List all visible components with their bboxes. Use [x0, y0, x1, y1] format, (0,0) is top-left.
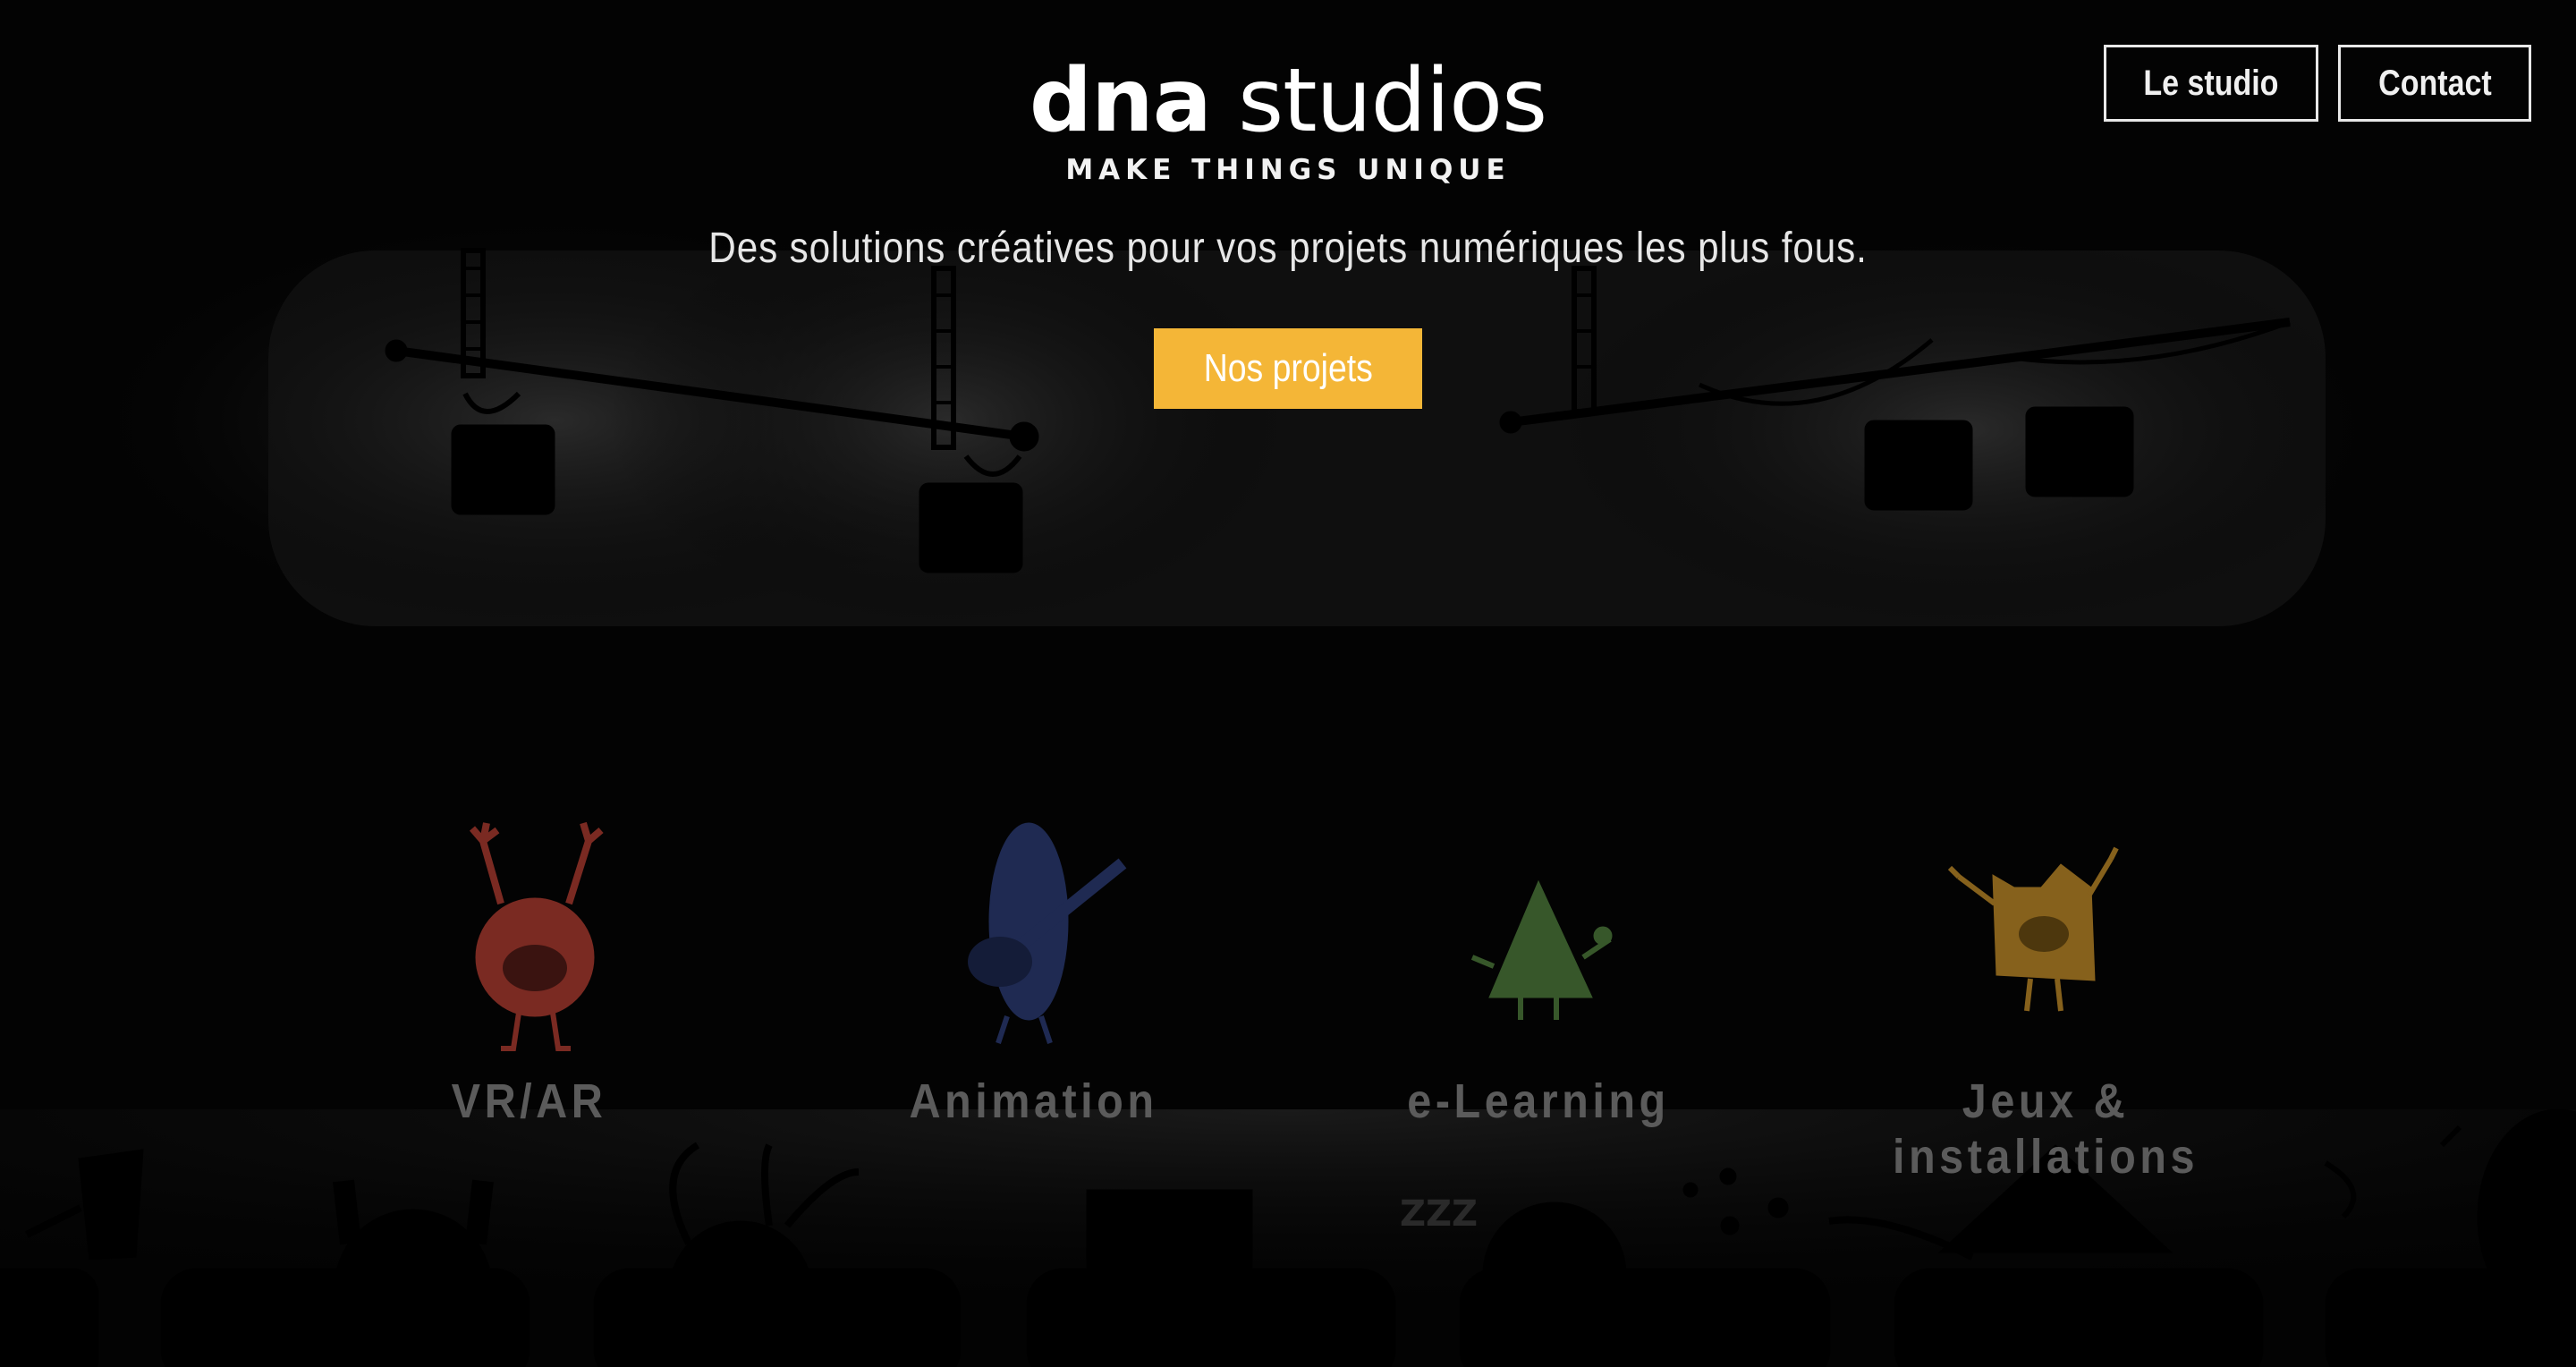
hero-subtitle: Des solutions créatives pour vos projets…: [708, 225, 1868, 272]
category-animation[interactable]: Animation: [783, 1074, 1284, 1129]
nos-projets-button[interactable]: Nos projets: [1154, 328, 1422, 409]
nav-contact-button[interactable]: Contact: [2338, 45, 2531, 122]
red-monster-icon[interactable]: [469, 821, 604, 1051]
green-triangle-icon[interactable]: [1470, 879, 1613, 1020]
category-jeux-installations[interactable]: Jeux & installations: [1795, 1074, 2296, 1184]
page: ZZZ dna studios MAKE THINGS UNIQUE Le st…: [0, 0, 2576, 1367]
sleep-zzz-text: ZZZ: [1400, 1193, 1478, 1235]
cta-label: Nos projets: [1203, 346, 1373, 390]
nav-studio-button[interactable]: Le studio: [2104, 45, 2318, 122]
blue-guitarist-icon[interactable]: [968, 822, 1127, 1044]
logo-tagline: MAKE THINGS UNIQUE: [1065, 154, 1511, 186]
nav-studio-label: Le studio: [2143, 63, 2279, 103]
category-vr-ar[interactable]: VR/AR: [279, 1074, 780, 1129]
category-label: Jeux & installations: [1892, 1074, 2199, 1184]
logo-bold-text: dna: [1029, 50, 1212, 152]
category-e-learning[interactable]: e-Learning: [1288, 1074, 1789, 1129]
logo-light-text: studios: [1238, 50, 1547, 152]
category-label: VR/AR: [452, 1074, 607, 1128]
category-label: Animation: [908, 1074, 1158, 1128]
orange-square-monster-icon[interactable]: [1947, 846, 2119, 1012]
nav-contact-label: Contact: [2377, 63, 2492, 103]
category-label: e-Learning: [1407, 1074, 1670, 1128]
